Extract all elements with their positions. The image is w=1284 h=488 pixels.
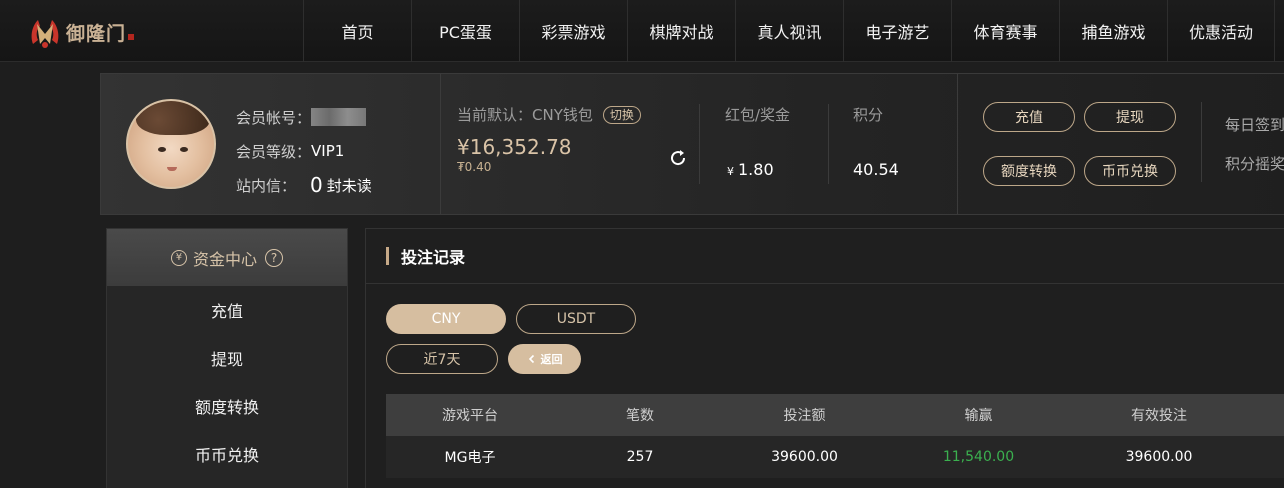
top-navbar: 御隆门 首页 PC蛋蛋 彩票游戏 棋牌对战 真人视讯 电子游艺 体育赛事 捕鱼游…: [0, 0, 1284, 62]
sidebar-item-transfer[interactable]: 额度转换: [107, 382, 347, 430]
nav-item-pc-egg[interactable]: PC蛋蛋: [411, 0, 519, 62]
bonus-currency: ¥: [727, 165, 734, 178]
user-info-panel: 会员帐号： 会员等级： VIP1 站内信： 0 封未读 当前默认：CNY钱包 切…: [100, 73, 1284, 215]
brand-name: 御隆门: [66, 22, 127, 45]
nav-item-sports[interactable]: 体育赛事: [951, 0, 1059, 62]
brand-logo[interactable]: 御隆门: [28, 13, 135, 51]
withdraw-button[interactable]: 提现: [1084, 102, 1176, 132]
account-id-masked: [311, 108, 367, 126]
avatar-eye: [158, 147, 166, 152]
bonus-value: ¥1.80: [727, 160, 774, 179]
divider: [1201, 102, 1202, 182]
table-header: 游戏平台 笔数 投注额 输赢 有效投注: [386, 394, 1284, 436]
level-row: 会员等级： VIP1: [236, 134, 372, 168]
nav-item-fishing[interactable]: 捕鱼游戏: [1059, 0, 1167, 62]
col-win-loss: 输赢: [964, 408, 993, 424]
member-info: 会员帐号： 会员等级： VIP1 站内信： 0 封未读: [236, 100, 372, 202]
divider: [957, 74, 958, 214]
tab-cny[interactable]: CNY: [386, 304, 506, 334]
logo-seal: [128, 34, 135, 40]
page-title: 投注记录: [401, 248, 466, 267]
switch-wallet-button[interactable]: 切换: [602, 105, 641, 124]
funds-sidebar: ¥ 资金中心 ? 充值 提现 额度转换 币币兑换: [106, 228, 348, 488]
inbox-suffix: 封未读: [326, 176, 372, 195]
refresh-icon[interactable]: [668, 148, 688, 168]
nav-item-live-casino[interactable]: 真人视讯: [735, 0, 843, 62]
bet-records-panel: 投注记录 CNY USDT 近7天 返回 游戏平台 笔数 投注额 输赢 有效投注…: [365, 228, 1284, 488]
avatar[interactable]: [126, 99, 216, 189]
level-value: VIP1: [311, 142, 345, 160]
level-label: 会员等级：: [236, 142, 312, 161]
avatar-eye: [180, 147, 188, 152]
sidebar-item-exchange[interactable]: 币币兑换: [107, 430, 347, 478]
dragon-logo-icon: [31, 20, 59, 48]
title-accent-bar: [386, 247, 389, 265]
sidebar-title: 资金中心: [192, 249, 257, 269]
nav-item-card-games[interactable]: 棋牌对战: [627, 0, 735, 62]
divider: [440, 74, 441, 214]
exchange-button[interactable]: 币币兑换: [1084, 156, 1176, 186]
cell-bet-amount: 39600.00: [771, 449, 838, 465]
cell-valid-bet: 39600.00: [1125, 449, 1193, 465]
cell-count: 257: [626, 449, 654, 465]
nav-item-slots[interactable]: 电子游艺: [843, 0, 951, 62]
bonus-label: 红包/奖金: [725, 106, 791, 124]
nav-item-lottery[interactable]: 彩票游戏: [519, 0, 627, 62]
panel-header: 投注记录: [366, 229, 1284, 284]
default-wallet-label: 当前默认：CNY钱包: [457, 106, 593, 124]
transfer-button[interactable]: 额度转换: [983, 156, 1075, 186]
avatar-hair: [136, 101, 210, 135]
points-value: 40.54: [853, 160, 899, 179]
back-button[interactable]: 返回: [508, 344, 581, 374]
points-lottery-link[interactable]: 积分摇奖: [1225, 153, 1284, 174]
points-label: 积分: [853, 106, 884, 124]
period-select[interactable]: 近7天: [386, 344, 498, 374]
bonus-amount: 1.80: [738, 160, 774, 179]
nav-item-home[interactable]: 首页: [303, 0, 411, 62]
inbox-count: 0: [310, 173, 323, 197]
col-platform: 游戏平台: [442, 408, 498, 424]
table-row[interactable]: MG电子 257 39600.00 11,540.00 39600.00: [386, 436, 1284, 478]
sidebar-item-withdraw[interactable]: 提现: [107, 334, 347, 382]
back-label: 返回: [540, 353, 563, 366]
daily-checkin-link[interactable]: 每日签到: [1225, 114, 1284, 135]
sidebar-header: ¥ 资金中心 ?: [107, 229, 347, 286]
divider: [699, 104, 700, 184]
coin-icon: ¥: [170, 249, 187, 266]
avatar-mouth: [167, 167, 177, 171]
help-icon[interactable]: ?: [265, 248, 283, 267]
cell-platform: MG电子: [444, 450, 496, 466]
bet-records-table: 游戏平台 笔数 投注额 输赢 有效投注 MG电子 257 39600.00 11…: [386, 394, 1284, 478]
chevron-left-icon: [528, 354, 534, 364]
main-nav: 首页 PC蛋蛋 彩票游戏 棋牌对战 真人视讯 电子游艺 体育赛事 捕鱼游戏 优惠…: [303, 0, 1275, 62]
inbox-row[interactable]: 站内信： 0 封未读: [236, 168, 372, 202]
nav-item-promotions[interactable]: 优惠活动: [1167, 0, 1275, 62]
sidebar-item-deposit[interactable]: 充值: [107, 286, 347, 334]
divider: [828, 104, 829, 184]
cell-win-loss: 11,540.00: [942, 449, 1015, 465]
tab-usdt[interactable]: USDT: [516, 304, 636, 334]
account-row: 会员帐号：: [236, 100, 372, 134]
inbox-label: 站内信：: [236, 176, 297, 195]
deposit-button[interactable]: 充值: [983, 102, 1075, 132]
col-bet-amount: 投注额: [783, 408, 826, 424]
col-count: 笔数: [626, 408, 654, 424]
col-valid-bet: 有效投注: [1131, 408, 1187, 424]
account-label: 会员帐号：: [236, 108, 312, 127]
